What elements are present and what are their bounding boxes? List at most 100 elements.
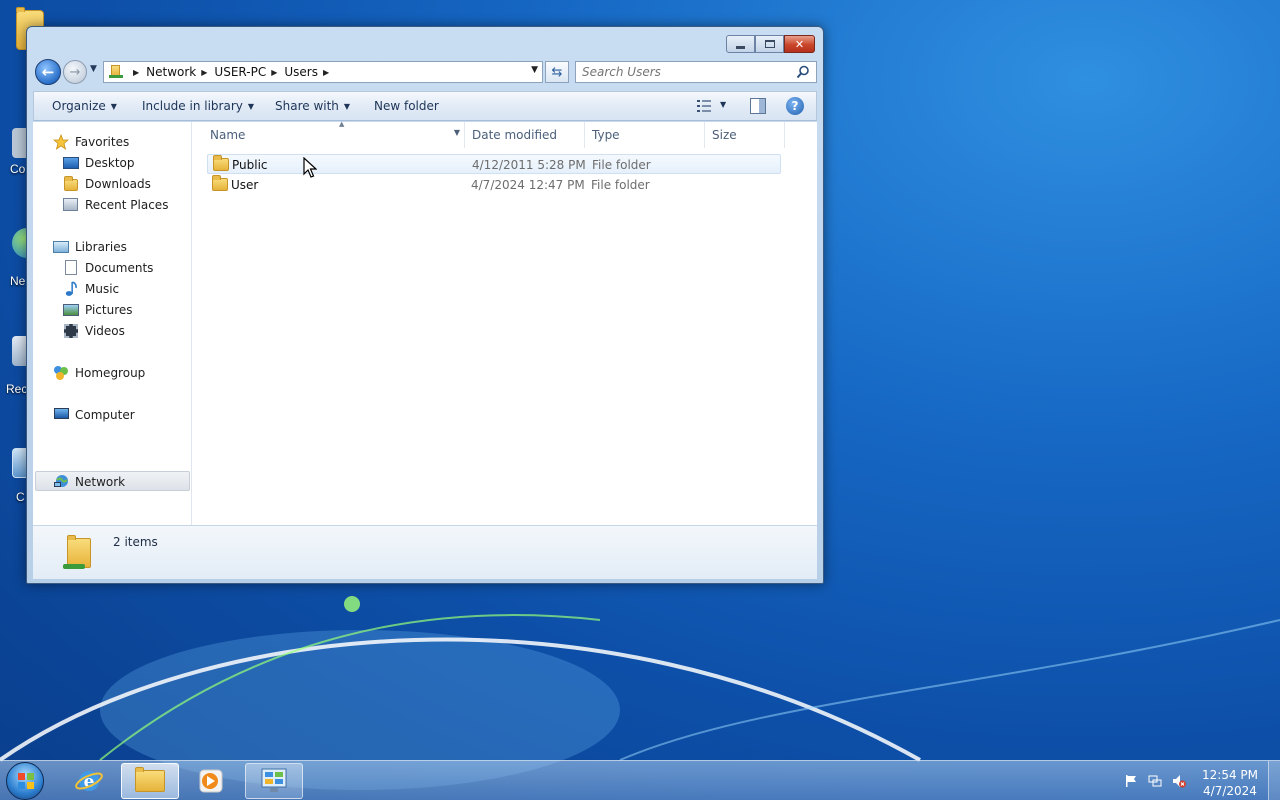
- column-header-size[interactable]: Size: [705, 122, 785, 148]
- column-header-date-modified[interactable]: Date modified: [465, 122, 585, 148]
- help-icon[interactable]: ?: [786, 97, 804, 115]
- breadcrumb-separator[interactable]: ▶: [133, 68, 139, 77]
- action-center-flag-icon[interactable]: [1124, 774, 1138, 788]
- arrow-left-icon: ←: [41, 63, 55, 81]
- homegroup-icon: [54, 366, 68, 380]
- nav-item-label: Videos: [85, 324, 125, 338]
- view-options-icon[interactable]: [696, 99, 712, 113]
- include-in-library-menu[interactable]: Include in library ▼: [142, 99, 254, 113]
- start-button[interactable]: [6, 762, 44, 800]
- column-header-type[interactable]: Type: [585, 122, 705, 148]
- nav-item-libraries[interactable]: Libraries: [33, 237, 190, 257]
- search-icon[interactable]: [796, 65, 810, 79]
- system-clock[interactable]: 12:54 PM 4/7/2024: [1196, 767, 1264, 799]
- breadcrumb-network[interactable]: Network: [146, 65, 196, 79]
- chevron-down-icon: ▼: [110, 102, 117, 111]
- explorer-window: ✕ ← → ▼ ▶ Network ▶ USER-PC ▶ Users ▶ ▼: [26, 26, 824, 584]
- breadcrumb-user-pc[interactable]: USER-PC: [214, 65, 266, 79]
- nav-item-documents[interactable]: Documents: [33, 258, 190, 278]
- taskbar-windows-explorer[interactable]: [121, 763, 179, 799]
- desktop-icon-label: Ne: [10, 274, 26, 288]
- address-bar[interactable]: ▶ Network ▶ USER-PC ▶ Users ▶ ▼: [103, 61, 543, 83]
- control-panel-icon: [261, 768, 287, 792]
- media-player-icon: [199, 769, 223, 793]
- minimize-button[interactable]: [726, 35, 755, 53]
- mouse-cursor-icon: [303, 157, 317, 178]
- column-header-label: Type: [592, 128, 620, 142]
- file-name: Public: [232, 158, 268, 172]
- file-type: File folder: [592, 158, 651, 172]
- taskbar-control-panel[interactable]: [245, 763, 303, 799]
- close-button[interactable]: ✕: [784, 35, 815, 53]
- computer-icon: [54, 408, 69, 419]
- downloads-folder-icon: [64, 176, 78, 191]
- nav-item-pictures[interactable]: Pictures: [33, 300, 190, 320]
- search-input[interactable]: [576, 62, 786, 82]
- column-header-label: Date modified: [472, 128, 558, 142]
- share-with-menu[interactable]: Share with ▼: [275, 99, 350, 113]
- internet-explorer-icon: e: [75, 771, 103, 792]
- back-button[interactable]: ←: [35, 59, 61, 85]
- address-history-dropdown[interactable]: ▼: [531, 65, 538, 75]
- minimize-icon: [736, 45, 745, 49]
- arrow-right-icon: →: [69, 64, 81, 80]
- nav-item-music[interactable]: Music: [33, 279, 190, 299]
- breadcrumb-separator[interactable]: ▶: [201, 68, 207, 77]
- file-row[interactable]: Public 4/12/2011 5:28 PM File folder: [207, 154, 781, 174]
- nav-item-network[interactable]: Network: [35, 471, 190, 491]
- clock-time: 12:54 PM: [1202, 768, 1258, 782]
- network-status-icon[interactable]: [1148, 774, 1162, 788]
- preview-pane-icon[interactable]: [750, 98, 766, 114]
- file-date: 4/12/2011 5:28 PM: [472, 158, 586, 172]
- network-folder-icon: [63, 532, 93, 572]
- caption-buttons: ✕: [726, 35, 815, 53]
- navigation-row: ← → ▼ ▶ Network ▶ USER-PC ▶ Users ▶ ▼ ⇆: [35, 59, 817, 85]
- nav-item-videos[interactable]: Videos: [33, 321, 190, 341]
- chevron-down-icon[interactable]: ▼: [720, 100, 726, 109]
- nav-item-computer[interactable]: Computer: [33, 405, 190, 425]
- file-name: User: [231, 178, 259, 192]
- nav-item-desktop[interactable]: Desktop: [33, 153, 190, 173]
- taskbar-media-player[interactable]: [182, 763, 240, 799]
- new-folder-label: New folder: [374, 99, 439, 113]
- nav-item-label: Favorites: [75, 135, 130, 149]
- nav-item-label: Downloads: [85, 177, 151, 191]
- nav-item-label: Desktop: [85, 156, 135, 170]
- navigation-pane: Favorites Desktop Downloads Recent Place…: [33, 122, 192, 525]
- file-list: ▲ Name ▼ Date modified Type Size Public …: [193, 120, 817, 525]
- nav-item-label: Recent Places: [85, 198, 169, 212]
- recent-pages-button[interactable]: ▼: [90, 64, 97, 74]
- show-desktop-button[interactable]: [1268, 761, 1280, 800]
- organize-menu[interactable]: Organize ▼: [52, 99, 117, 113]
- nav-item-label: Music: [85, 282, 120, 296]
- column-header-name[interactable]: ▲ Name ▼: [203, 120, 465, 148]
- breadcrumb-separator[interactable]: ▶: [271, 68, 277, 77]
- nav-item-label: Libraries: [75, 240, 127, 254]
- maximize-button[interactable]: [755, 35, 784, 53]
- chevron-down-icon: ▼: [343, 102, 351, 111]
- nav-item-downloads[interactable]: Downloads: [33, 174, 190, 194]
- item-count: 2 items: [113, 535, 158, 549]
- desktop-icon-label: Co: [10, 162, 26, 176]
- taskbar-internet-explorer[interactable]: e: [60, 763, 118, 799]
- share-with-label: Share with: [275, 99, 339, 113]
- network-icon: [54, 475, 68, 487]
- forward-button[interactable]: →: [63, 60, 87, 84]
- search-box[interactable]: [575, 61, 817, 83]
- refresh-icon: ⇆: [551, 64, 563, 80]
- new-folder-button[interactable]: New folder: [374, 99, 439, 113]
- nav-item-recent-places[interactable]: Recent Places: [33, 195, 190, 215]
- sort-ascending-icon: ▲: [339, 120, 345, 128]
- file-row[interactable]: User 4/7/2024 12:47 PM File folder: [207, 175, 781, 195]
- nav-item-homegroup[interactable]: Homegroup: [33, 363, 190, 383]
- desktop-icon-label: C: [16, 490, 25, 504]
- refresh-button[interactable]: ⇆: [545, 61, 569, 83]
- breadcrumb-separator[interactable]: ▶: [323, 68, 329, 77]
- breadcrumb-users[interactable]: Users: [284, 65, 318, 79]
- nav-item-favorites[interactable]: Favorites: [33, 132, 190, 152]
- videos-icon: [64, 324, 78, 338]
- chevron-down-icon: ▼: [90, 64, 97, 74]
- chevron-down-icon[interactable]: ▼: [454, 128, 460, 137]
- include-in-library-label: Include in library: [142, 99, 243, 113]
- volume-muted-icon[interactable]: [1172, 774, 1186, 788]
